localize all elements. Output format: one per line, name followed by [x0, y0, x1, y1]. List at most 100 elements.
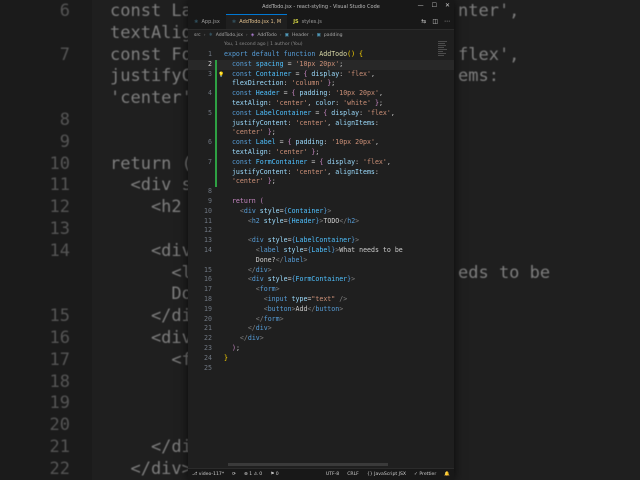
background-line-code: <div — [110, 328, 192, 348]
code-line: 7 const FormContainer = { display: 'flex… — [188, 157, 454, 168]
line-number: 13 — [204, 236, 212, 245]
code-line: flexDirection: 'column' }; — [188, 79, 454, 90]
code-text: <input type="text" /> — [263, 294, 348, 303]
line-number: 11 — [204, 216, 212, 225]
close-icon[interactable]: ✕ — [445, 2, 450, 9]
background-line-number: 16 — [49, 328, 70, 348]
background-line-number: 19 — [49, 393, 70, 414]
breadcrumb-file[interactable]: AddTodo.jsx — [216, 33, 243, 38]
encoding-status[interactable]: UTF-8 — [322, 472, 343, 477]
background-line-code: textAlig — [110, 22, 192, 43]
language-mode[interactable]: {} JavaScript JSX — [363, 472, 410, 477]
line-number: 1 — [208, 50, 212, 58]
background-line-number: 15 — [49, 306, 70, 327]
sync-icon[interactable]: ⟳ — [228, 472, 240, 477]
horizontal-scrollbar[interactable] — [228, 463, 388, 466]
background-line-code: <div — [110, 240, 192, 261]
line-number: 18 — [204, 294, 212, 303]
code-line: 20 </form> — [188, 315, 454, 325]
bell-icon[interactable]: 🔔 — [440, 472, 454, 477]
git-added-marker — [215, 147, 217, 158]
tab-app-jsx[interactable]: ⚛ App.jsx — [188, 14, 226, 29]
background-line-code: </di — [110, 437, 192, 457]
code-line: 'center' }; — [188, 177, 454, 188]
chevron-right-icon: › — [203, 33, 206, 38]
function-icon: ◈ — [250, 33, 255, 38]
background-line-number: 7 — [59, 44, 70, 65]
background-line-number: 13 — [49, 219, 70, 239]
code-line: 15 </div> — [188, 266, 454, 276]
breadcrumb-src[interactable]: src — [194, 33, 201, 38]
line-number: 17 — [204, 285, 212, 294]
prettier-status[interactable]: ✓ Prettier — [410, 472, 440, 477]
editor-tabs: ⚛ App.jsx ⚛ AddTodo.jsx 1, M JS styles.j… — [188, 14, 454, 30]
minimize-icon[interactable]: — — [418, 2, 424, 9]
git-added-marker — [215, 69, 217, 80]
status-bar-right: UTF-8 CRLF {} JavaScript JSX ✓ Prettier … — [322, 472, 454, 477]
breadcrumb-variable[interactable]: Header — [292, 33, 309, 38]
chevron-right-icon: › — [245, 33, 248, 38]
background-line-code: </div> — [110, 458, 192, 479]
eol-status[interactable]: CRLF — [343, 472, 363, 477]
line-number: 14 — [204, 245, 212, 254]
line-number: 19 — [204, 304, 212, 313]
background-line-code: <h2 — [110, 197, 182, 218]
git-added-marker — [215, 138, 217, 148]
background-line-right: nter', — [458, 1, 520, 21]
code-text: const Header = { padding: '10px 20px', — [231, 89, 383, 98]
code-line: 11 <h2 style={Header}>TODO</h2> — [188, 217, 454, 227]
background-line-right: flex', — [458, 44, 520, 65]
background-line-number: 6 — [59, 1, 70, 21]
chevron-right-icon: › — [311, 33, 314, 38]
code-line: 10 <div style={Container}> — [188, 207, 454, 217]
ports-status[interactable]: ⚑ 0 — [266, 472, 283, 477]
tab-addtodo-jsx[interactable]: ⚛ AddTodo.jsx 1, M — [225, 14, 288, 29]
code-line: justifyContent: 'center', alignItems: — [188, 167, 454, 178]
problems-status[interactable]: ⊗ 1 ⚠ 0 — [240, 472, 266, 477]
code-line: Done?</label> — [188, 256, 454, 266]
editor-actions: ⇆ ◫ ⋯ — [421, 18, 450, 25]
line-number: 10 — [204, 206, 212, 215]
background-line-number: 10 — [49, 153, 70, 174]
code-line: 'center' }; — [188, 128, 454, 139]
line-number: 12 — [204, 226, 212, 235]
code-line: 17 <form> — [188, 285, 454, 295]
git-added-marker — [215, 59, 217, 70]
background-line-number: 18 — [49, 371, 70, 392]
title-bar: AddTodo.jsx - react-styling - Visual Stu… — [188, 0, 454, 14]
code-line: 14 <label style={Label}>What needs to be — [188, 246, 454, 256]
vscode-window: AddTodo.jsx - react-styling - Visual Stu… — [188, 0, 454, 480]
code-editor[interactable]: You, 1 second ago | 1 author (You) 1 expo… — [188, 41, 454, 465]
code-line: 2 const spacing = '10px 20px'; — [188, 59, 454, 70]
line-number: 6 — [208, 138, 212, 147]
branch-name: video-117* — [198, 472, 225, 477]
more-actions-icon[interactable]: ⋯ — [444, 18, 450, 25]
code-line: 22 </div> — [188, 334, 454, 344]
code-text: <div style={Container}> — [239, 206, 332, 215]
background-line-number: 20 — [49, 415, 70, 436]
background-line-right: eds to be — [458, 262, 551, 283]
code-line: 5 const LabelContainer = { display: 'fle… — [188, 108, 454, 119]
breadcrumb-property[interactable]: padding — [324, 33, 343, 38]
code-text: </div> — [247, 265, 272, 274]
code-text: return ( — [231, 196, 264, 205]
breadcrumb-function[interactable]: AddTodo — [257, 33, 276, 38]
maximize-icon[interactable]: ☐ — [432, 2, 437, 9]
background-line-number: 12 — [49, 197, 70, 218]
line-number: 21 — [204, 324, 212, 333]
branch-status[interactable]: ⎇ video-117* — [188, 472, 228, 477]
git-added-marker — [215, 79, 217, 90]
code-text: 'center' }; — [231, 177, 276, 186]
code-line: 6 const Label = { padding: '10px 20px', — [188, 138, 454, 148]
code-line: 8 — [188, 187, 454, 197]
minimap[interactable] — [438, 41, 448, 67]
breadcrumb: src › ⚛ AddTodo.jsx › ◈ AddTodo › ▣ Head… — [188, 30, 454, 41]
code-text: const spacing = '10px 20px'; — [231, 59, 344, 68]
line-number: 2 — [208, 59, 212, 68]
split-editor-icon[interactable]: ◫ — [432, 18, 438, 25]
tab-styles-js[interactable]: JS styles.js — [287, 14, 328, 29]
compare-icon[interactable]: ⇆ — [421, 18, 426, 25]
background-line-code: <div s — [110, 175, 192, 196]
git-added-marker — [215, 167, 217, 178]
code-text: Done?</label> — [224, 255, 308, 264]
